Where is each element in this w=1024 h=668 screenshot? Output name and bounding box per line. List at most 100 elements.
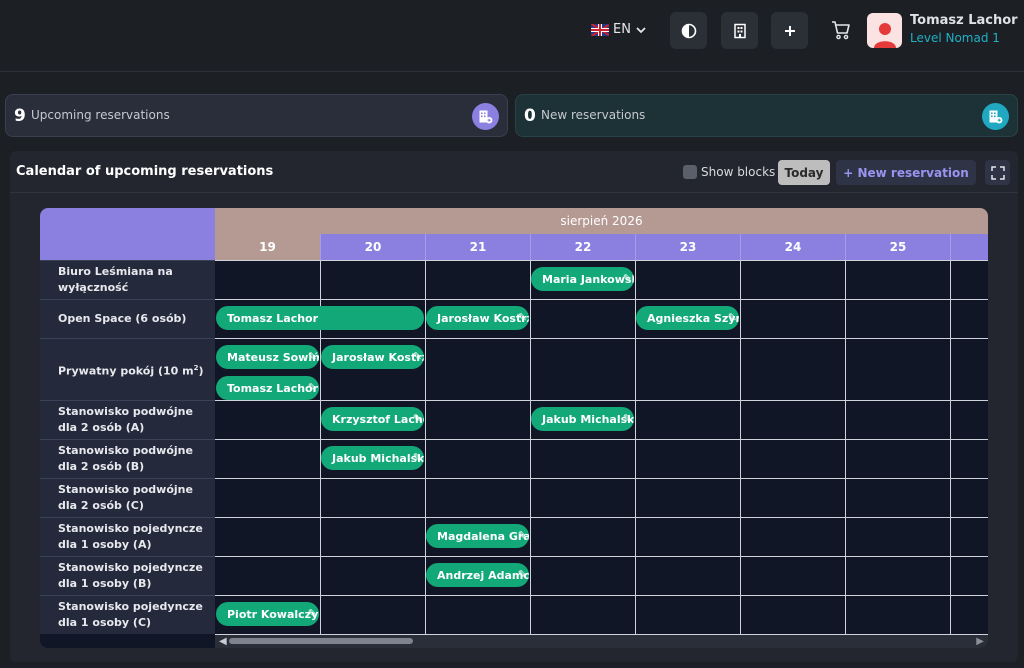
reservation-event[interactable]: Agnieszka Szymańska✎ bbox=[636, 306, 739, 330]
fullscreen-icon bbox=[990, 165, 1005, 180]
resource-row-label: Stanowisko pojedyncze dla 1 osoby (C) bbox=[40, 595, 215, 634]
show-blocks-checkbox[interactable] bbox=[683, 165, 697, 179]
reservation-guest-name: Jarosław Kostrz bbox=[332, 350, 424, 364]
reservation-event[interactable]: Andrzej Adamczyk✎ bbox=[426, 563, 529, 587]
edit-pencil-icon[interactable]: ✎ bbox=[518, 529, 527, 542]
edit-pencil-icon[interactable]: ✎ bbox=[518, 311, 527, 324]
resource-row-label: Stanowisko pojedyncze dla 1 osoby (B) bbox=[40, 556, 215, 595]
reservation-guest-name: Krzysztof Lachor bbox=[332, 412, 424, 426]
grid-row-line bbox=[215, 478, 988, 479]
reservation-event[interactable]: Tomasz Lachor bbox=[216, 306, 424, 330]
calendar-title: Calendar of upcoming reservations bbox=[16, 164, 274, 179]
upcoming-reservations-label: Upcoming reservations bbox=[31, 108, 170, 122]
edit-pencil-icon[interactable]: ✎ bbox=[623, 272, 632, 285]
grid-column-line bbox=[845, 260, 846, 634]
reservation-event[interactable]: Krzysztof Lachor✎ bbox=[321, 407, 424, 431]
day-header-26: 26 bbox=[950, 234, 988, 260]
language-selector[interactable]: EN bbox=[591, 22, 647, 37]
show-blocks-toggle[interactable]: Show blocks bbox=[683, 165, 775, 179]
reservation-event[interactable]: Jarosław Kostrz ✎ bbox=[426, 306, 529, 330]
new-reservations-card: 0 New reservations bbox=[515, 94, 1018, 137]
resource-row-label: Stanowisko podwójne dla 2 osób (B) bbox=[40, 439, 215, 478]
day-header-24: 24 bbox=[740, 234, 845, 260]
chevron-down-icon bbox=[635, 24, 647, 36]
reservation-guest-name: Piotr Kowalczyk bbox=[227, 607, 319, 621]
uk-flag-icon bbox=[591, 23, 609, 36]
edit-pencil-icon[interactable]: ✎ bbox=[413, 350, 422, 363]
theme-toggle-button[interactable] bbox=[670, 12, 707, 49]
reservation-guest-name: Tomasz Lachor bbox=[227, 381, 319, 395]
grid-row-line bbox=[215, 400, 988, 401]
cart-icon bbox=[832, 21, 850, 40]
day-header-21: 21 bbox=[425, 234, 530, 260]
language-label: EN bbox=[613, 22, 631, 37]
reservation-event[interactable]: Jakub Michalski ✎ bbox=[531, 407, 634, 431]
grid-row-line bbox=[215, 338, 988, 339]
reservation-guest-name: Maria Jankowski bbox=[542, 272, 634, 286]
reservation-guest-name: Andrzej Adamczyk bbox=[437, 568, 529, 582]
user-name: Tomasz Lachor bbox=[910, 13, 1018, 28]
avatar[interactable] bbox=[867, 13, 902, 48]
calendar-header: Calendar of upcoming reservations Show b… bbox=[10, 151, 1018, 193]
resource-row-label: Prywatny pokój (10 m2) bbox=[40, 338, 215, 400]
day-header-20: 20 bbox=[320, 234, 425, 260]
edit-pencil-icon[interactable]: ✎ bbox=[518, 568, 527, 581]
scrollbar-thumb[interactable] bbox=[229, 638, 413, 644]
reservation-event[interactable]: Jakub Michalski ✎ bbox=[321, 446, 424, 470]
new-reservations-count: 0 bbox=[524, 106, 536, 126]
user-level: Level Nomad 1 bbox=[910, 31, 1000, 45]
grid-row-line bbox=[215, 556, 988, 557]
contrast-icon bbox=[681, 23, 696, 38]
fullscreen-button[interactable] bbox=[985, 160, 1010, 185]
month-label: sierpień 2026 bbox=[215, 208, 988, 234]
grid-row-line bbox=[215, 595, 988, 596]
cart-button[interactable] bbox=[829, 18, 853, 42]
building-button[interactable] bbox=[721, 12, 758, 49]
reservation-event[interactable]: Jarosław Kostrz ✎ bbox=[321, 345, 424, 369]
scroll-right-arrow-icon[interactable]: ▶ bbox=[976, 636, 984, 647]
reservation-event[interactable]: Magdalena Grabowska✎ bbox=[426, 524, 529, 548]
edit-pencil-icon[interactable]: ✎ bbox=[413, 412, 422, 425]
reservation-event[interactable]: Tomasz Lachor ✎ bbox=[216, 376, 319, 400]
grid-column-line bbox=[530, 260, 531, 634]
resource-row-label: Stanowisko pojedyncze dla 1 osoby (A) bbox=[40, 517, 215, 556]
resource-row-label: Stanowisko podwójne dla 2 osób (A) bbox=[40, 400, 215, 439]
new-reservation-button[interactable]: + New reservation bbox=[836, 160, 976, 185]
grid-column-line bbox=[950, 260, 951, 634]
grid-row-line bbox=[215, 517, 988, 518]
reservation-guest-name: Jarosław Kostrz bbox=[437, 311, 529, 325]
user-icon bbox=[873, 23, 896, 48]
reservation-guest-name: Agnieszka Szymańska bbox=[647, 311, 739, 325]
building-add-icon bbox=[472, 103, 499, 130]
edit-pencil-icon[interactable]: ✎ bbox=[728, 311, 737, 324]
reservation-event[interactable]: Maria Jankowski ✎ bbox=[531, 267, 634, 291]
day-header-22: 22 bbox=[530, 234, 635, 260]
building-add-icon bbox=[982, 103, 1009, 130]
reservation-event[interactable]: Mateusz Sowiński✎ bbox=[216, 345, 319, 369]
upcoming-reservations-count: 9 bbox=[14, 106, 26, 126]
grid-row-line bbox=[215, 260, 988, 261]
today-button[interactable]: Today bbox=[778, 160, 830, 185]
scroll-left-arrow-icon[interactable]: ◀ bbox=[219, 636, 227, 647]
horizontal-scrollbar[interactable]: ◀ ▶ bbox=[215, 634, 988, 648]
new-reservations-label: New reservations bbox=[541, 108, 646, 122]
edit-pencil-icon[interactable]: ✎ bbox=[308, 381, 317, 394]
reservation-guest-name: Jakub Michalski bbox=[542, 412, 634, 426]
edit-pencil-icon[interactable]: ✎ bbox=[623, 412, 632, 425]
resource-row-label: Open Space (6 osób) bbox=[40, 299, 215, 338]
edit-pencil-icon[interactable]: ✎ bbox=[413, 451, 422, 464]
grid-corner bbox=[40, 208, 215, 260]
building-icon bbox=[733, 23, 746, 38]
edit-pencil-icon[interactable]: ✎ bbox=[308, 607, 317, 620]
grid-row-line bbox=[215, 439, 988, 440]
resource-row-label: Biuro Leśmiana na wyłączność bbox=[40, 260, 215, 299]
calendar-panel: Calendar of upcoming reservations Show b… bbox=[10, 151, 1018, 662]
reservation-guest-name: Mateusz Sowiński bbox=[227, 350, 319, 364]
reservation-event[interactable]: Piotr Kowalczyk ✎ bbox=[216, 602, 319, 626]
edit-pencil-icon[interactable]: ✎ bbox=[308, 350, 317, 363]
show-blocks-label: Show blocks bbox=[701, 165, 776, 179]
add-button[interactable] bbox=[771, 12, 808, 49]
reservation-guest-name: Jakub Michalski bbox=[332, 451, 424, 465]
grid-row-line bbox=[215, 299, 988, 300]
day-header-23: 23 bbox=[635, 234, 740, 260]
